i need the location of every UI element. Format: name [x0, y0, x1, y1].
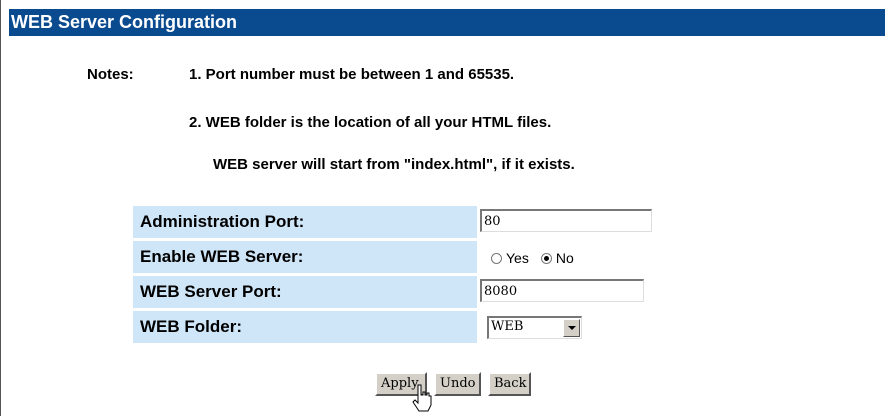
enable-web-yes-option[interactable]: Yes — [491, 250, 529, 266]
page-title: WEB Server Configuration — [9, 9, 885, 36]
note-index-html: WEB server will start from "index.html",… — [213, 156, 575, 173]
radio-no-icon[interactable] — [540, 252, 552, 264]
enable-web-no-option[interactable]: No — [540, 250, 574, 266]
note-port-range: 1. Port number must be between 1 and 655… — [189, 66, 515, 83]
window-left-border — [0, 0, 1, 416]
chevron-down-icon[interactable] — [563, 319, 580, 337]
undo-button[interactable]: Undo — [434, 372, 481, 396]
web-port-input[interactable] — [480, 279, 644, 302]
radio-yes-label: Yes — [506, 250, 529, 266]
hand-cursor-icon — [412, 384, 432, 412]
web-folder-selected-value: WEB — [491, 319, 524, 334]
radio-no-label: No — [555, 250, 574, 266]
admin-port-value-cell — [477, 206, 667, 238]
enable-web-radio-group: Yes No — [491, 250, 586, 266]
web-folder-label: WEB Folder: — [133, 311, 477, 343]
enable-web-label: Enable WEB Server: — [133, 241, 477, 273]
back-button[interactable]: Back — [488, 372, 531, 396]
note-web-folder: 2. WEB folder is the location of all you… — [189, 114, 552, 131]
web-folder-value-cell: WEB — [477, 311, 667, 343]
web-port-label: WEB Server Port: — [133, 276, 477, 308]
web-port-value-cell — [477, 276, 667, 308]
admin-port-label: Administration Port: — [133, 206, 477, 238]
enable-web-value-cell: Yes No — [477, 241, 667, 273]
admin-port-input[interactable] — [480, 209, 652, 232]
radio-yes-icon[interactable] — [491, 252, 502, 264]
notes-label: Notes: — [87, 66, 134, 83]
web-folder-select[interactable]: WEB — [487, 316, 582, 339]
